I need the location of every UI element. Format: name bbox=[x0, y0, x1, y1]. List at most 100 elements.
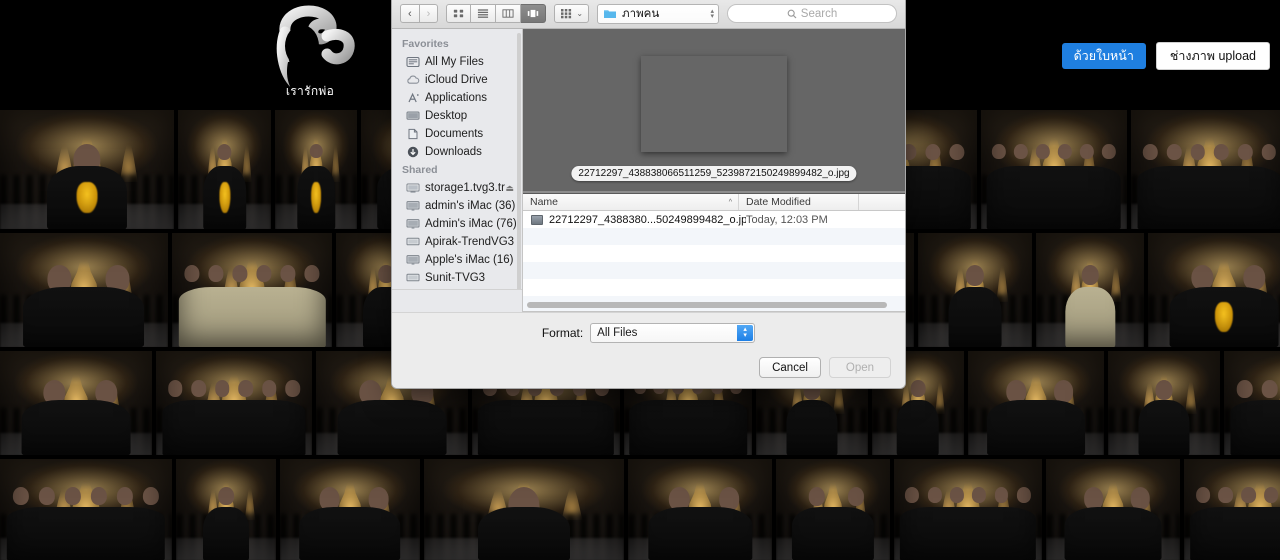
photo-thumbnail[interactable] bbox=[156, 351, 312, 455]
column-header-name[interactable]: Name ^ bbox=[523, 194, 738, 210]
server-icon bbox=[406, 182, 420, 195]
photo-thumbnail[interactable] bbox=[178, 110, 271, 229]
format-select[interactable]: All Files ▴▾ bbox=[590, 323, 755, 343]
cloud-icon bbox=[406, 74, 420, 87]
search-by-face-button[interactable]: ด้วยใบหน้า bbox=[1062, 43, 1146, 69]
file-date-modified: Today, 12:03 PM bbox=[746, 214, 866, 226]
column-header-extra[interactable] bbox=[858, 194, 905, 210]
list-view-icon bbox=[477, 8, 489, 19]
arrange-caret-icon: ⌄ bbox=[576, 9, 583, 18]
imac-icon bbox=[406, 218, 420, 231]
photo-thumbnail[interactable] bbox=[628, 459, 772, 560]
file-open-dialog[interactable]: ‹ › bbox=[391, 0, 906, 389]
sidebar-item-desktop[interactable]: Desktop bbox=[392, 107, 522, 125]
thai-script-mark-icon bbox=[255, 2, 365, 94]
sidebar-item-label: Desktop bbox=[425, 110, 467, 122]
arrange-by-button[interactable]: ⌄ bbox=[554, 4, 589, 23]
sidebar-item-documents[interactable]: Documents bbox=[392, 125, 522, 143]
icon-view-icon bbox=[453, 8, 464, 19]
location-popup-button[interactable]: ภาพคน ▴▾ bbox=[597, 4, 719, 24]
imac-icon bbox=[406, 254, 420, 267]
sidebar-item-admin-s-imac-36[interactable]: admin's iMac (36) bbox=[392, 197, 522, 215]
search-placeholder: Search bbox=[801, 8, 837, 20]
format-row: Format: All Files ▴▾ bbox=[392, 313, 905, 349]
sidebar-item-storage1-tvg3-tr[interactable]: storage1.tvg3.tr⏏ bbox=[392, 179, 522, 197]
photo-thumbnail[interactable] bbox=[918, 233, 1032, 347]
sidebar-item-sunit-tvg3[interactable]: Sunit-TVG3 bbox=[392, 269, 522, 287]
photo-thumbnail[interactable] bbox=[968, 351, 1104, 455]
logo-caption: เรารักพ่อ bbox=[286, 82, 334, 107]
photo-thumbnail[interactable] bbox=[424, 459, 624, 560]
dialog-toolbar: ‹ › bbox=[392, 0, 905, 29]
coverflow-view-button[interactable] bbox=[521, 4, 546, 23]
sidebar-item-apirak-trendvg3[interactable]: Apirak-TrendVG3 bbox=[392, 233, 522, 251]
documents-icon bbox=[406, 128, 420, 141]
photo-thumbnail[interactable] bbox=[1148, 233, 1280, 347]
forward-button[interactable]: › bbox=[420, 4, 439, 23]
sidebar-item-label: Apirak-TrendVG3 bbox=[425, 236, 514, 248]
sidebar-item-label: Downloads bbox=[425, 146, 482, 158]
downloads-icon bbox=[406, 146, 420, 159]
photo-thumbnail[interactable] bbox=[776, 459, 890, 560]
search-input[interactable]: Search bbox=[727, 4, 897, 23]
file-list-horizontal-scrollbar[interactable] bbox=[527, 302, 887, 308]
all-my-files-icon bbox=[406, 56, 420, 69]
header-actions: ด้วยใบหน้า ช่างภาพ upload bbox=[1062, 42, 1270, 70]
preview-thumbnail[interactable] bbox=[641, 56, 787, 152]
coverflow-resize-divider[interactable] bbox=[523, 191, 905, 193]
sidebar-scrollbar[interactable] bbox=[517, 33, 521, 303]
sidebar-item-applications[interactable]: Applications bbox=[392, 89, 522, 107]
sidebar-item-all-my-files[interactable]: All My Files bbox=[392, 53, 522, 71]
photo-thumbnail[interactable] bbox=[280, 459, 420, 560]
sidebar-footer bbox=[392, 289, 522, 312]
cancel-button[interactable]: Cancel bbox=[759, 357, 821, 378]
display-icon bbox=[406, 236, 420, 249]
applications-icon bbox=[406, 92, 420, 105]
icon-view-button[interactable] bbox=[446, 4, 471, 23]
column-header-date-modified[interactable]: Date Modified bbox=[738, 194, 858, 210]
photographer-upload-button[interactable]: ช่างภาพ upload bbox=[1156, 42, 1270, 70]
photo-row bbox=[0, 459, 1280, 560]
photo-thumbnail[interactable] bbox=[894, 459, 1042, 560]
file-list-rows[interactable]: 22712297_4388380...50249899482_o.jpgToda… bbox=[523, 211, 905, 311]
desktop-icon bbox=[406, 110, 420, 123]
photo-thumbnail[interactable] bbox=[176, 459, 276, 560]
stepper-icon: ▴▾ bbox=[710, 9, 714, 19]
sidebar-item-icloud-drive[interactable]: iCloud Drive bbox=[392, 71, 522, 89]
sidebar-item-downloads[interactable]: Downloads bbox=[392, 143, 522, 161]
photo-thumbnail[interactable] bbox=[1108, 351, 1220, 455]
sidebar-item-apple-s-imac-16[interactable]: Apple's iMac (16) bbox=[392, 251, 522, 269]
back-button[interactable]: ‹ bbox=[400, 4, 420, 23]
sidebar-item-admin-s-imac-76[interactable]: Admin's iMac (76) bbox=[392, 215, 522, 233]
eject-icon[interactable]: ⏏ bbox=[505, 183, 514, 194]
view-mode-group[interactable] bbox=[446, 4, 546, 23]
photo-thumbnail[interactable] bbox=[172, 233, 332, 347]
navigation-buttons[interactable]: ‹ › bbox=[400, 4, 438, 23]
dialog-sidebar[interactable]: FavoritesAll My FilesiCloud DriveApplica… bbox=[392, 29, 523, 312]
open-button[interactable]: Open bbox=[829, 357, 891, 378]
photo-thumbnail[interactable] bbox=[1131, 110, 1280, 229]
sidebar-item-label: Sunit-TVG3 bbox=[425, 272, 485, 284]
list-view-button[interactable] bbox=[471, 4, 496, 23]
photo-thumbnail[interactable] bbox=[0, 459, 172, 560]
table-row[interactable]: 22712297_4388380...50249899482_o.jpgToda… bbox=[523, 211, 905, 228]
photo-thumbnail[interactable] bbox=[981, 110, 1127, 229]
photo-thumbnail[interactable] bbox=[0, 110, 174, 229]
coverflow-preview[interactable]: 22712297_438838066511259_523987215024989… bbox=[523, 29, 905, 194]
site-logo[interactable]: เรารักพ่อ bbox=[255, 2, 365, 107]
sidebar-group-title: Shared bbox=[392, 161, 522, 179]
photo-thumbnail[interactable] bbox=[1184, 459, 1280, 560]
photo-thumbnail[interactable] bbox=[1046, 459, 1180, 560]
table-row-empty bbox=[523, 245, 905, 262]
table-row-empty bbox=[523, 262, 905, 279]
dialog-body: FavoritesAll My FilesiCloud DriveApplica… bbox=[392, 29, 905, 312]
photo-thumbnail[interactable] bbox=[0, 233, 168, 347]
photo-thumbnail[interactable] bbox=[0, 351, 152, 455]
column-view-button[interactable] bbox=[496, 4, 521, 23]
photo-thumbnail[interactable] bbox=[1224, 351, 1280, 455]
arrange-grid-icon bbox=[560, 8, 573, 19]
dialog-content: 22712297_438838066511259_523987215024989… bbox=[523, 29, 905, 312]
photo-thumbnail[interactable] bbox=[275, 110, 357, 229]
photo-thumbnail[interactable] bbox=[1036, 233, 1144, 347]
sidebar-item-label: Applications bbox=[425, 92, 487, 104]
